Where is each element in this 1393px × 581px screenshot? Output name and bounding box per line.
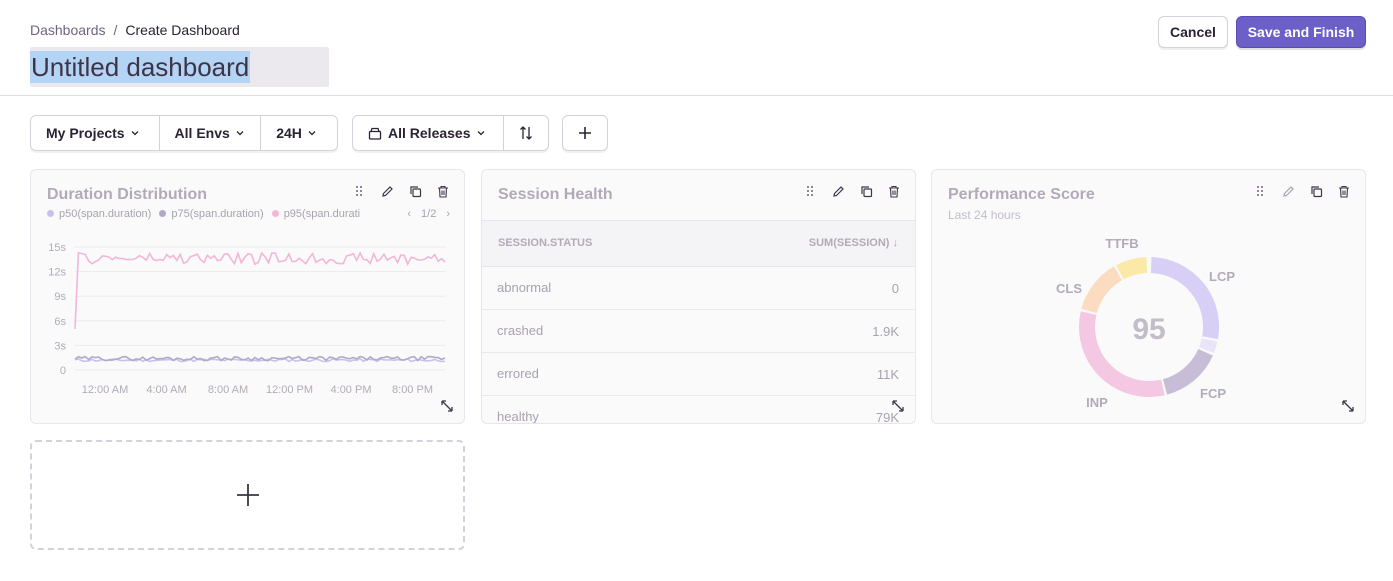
widget-toolbar (352, 184, 450, 198)
legend-pagination: ‹ 1/2 › (407, 208, 450, 220)
expand-icon[interactable] (891, 399, 905, 413)
delete-icon[interactable] (887, 184, 901, 198)
y-tick-label: 6s (54, 316, 66, 328)
table-row: errored 11K (482, 353, 915, 396)
save-and-finish-button[interactable]: Save and Finish (1236, 16, 1366, 48)
duration-line-chart: 15s 12s 9s 6s 3s 0 12:00 AM 4:00 AM 8:00 AM 12:00… (48, 242, 446, 396)
x-tick-label: 4:00 AM (146, 384, 186, 396)
add-filter-button[interactable] (562, 115, 608, 151)
label-fcp: FCP (1200, 386, 1226, 401)
environment-filter[interactable]: All Envs (160, 116, 262, 150)
column-header-session-status[interactable]: SESSION.STATUS (498, 237, 592, 249)
duplicate-icon[interactable] (859, 184, 873, 198)
sort-releases-button[interactable] (504, 116, 548, 150)
cell-sum: 11K (876, 367, 899, 382)
x-tick-label: 8:00 PM (392, 384, 433, 396)
y-tick-label: 9s (54, 291, 66, 303)
segment-cls[interactable] (1081, 266, 1123, 314)
cancel-button[interactable]: Cancel (1158, 16, 1228, 48)
sort-arrows-icon (520, 126, 532, 140)
y-tick-label: 0 (60, 365, 66, 377)
column-header-sum-session[interactable]: SUM(SESSION) ↓ (809, 237, 898, 249)
breadcrumb-current: Create Dashboard (125, 22, 240, 38)
legend-item-p50[interactable]: p50(span.duration) (47, 208, 151, 220)
y-tick-label: 15s (48, 242, 66, 254)
table-row: healthy 79K (482, 396, 915, 424)
delete-icon[interactable] (436, 184, 450, 198)
widget-title: Duration Distribution (47, 186, 207, 203)
chevron-down-icon (131, 131, 139, 136)
y-tick-label: 12s (48, 267, 66, 279)
cell-status: abnormal (497, 280, 552, 295)
segment-fcp[interactable] (1162, 348, 1213, 395)
dashboard-title-text: Untitled dashboard (30, 51, 251, 83)
label-ttfb: TTFB (1105, 236, 1138, 251)
page-header: Dashboards / Create Dashboard Untitled d… (0, 0, 1393, 96)
table-row: crashed 1.9K (482, 310, 915, 353)
x-tick-label: 12:00 AM (82, 384, 128, 396)
breadcrumb-separator: / (113, 22, 118, 38)
duplicate-icon[interactable] (408, 184, 422, 198)
label-cls: CLS (1056, 281, 1082, 296)
widget-session-health: Session Health SESSION.STATUS SUM(SESSIO… (481, 169, 916, 424)
legend-page-indicator: 1/2 (421, 208, 437, 220)
project-filter[interactable]: My Projects (31, 116, 160, 150)
performance-score-ring: 95 LCP FCP INP CLS TTFB (1056, 236, 1235, 410)
chart-legend: p50(span.duration) p75(span.duration) p9… (47, 208, 360, 220)
segment-ttfb[interactable] (1116, 257, 1148, 280)
release-filter-group: All Releases (352, 115, 549, 151)
cell-sum: 1.9K (872, 324, 899, 339)
segment-lcp-remainder (1199, 338, 1218, 354)
date-range-filter-label: 24H (276, 125, 302, 141)
drag-handle-icon[interactable] (803, 184, 817, 198)
expand-icon[interactable] (1341, 399, 1355, 413)
environment-filter-label: All Envs (174, 125, 230, 141)
score-value: 95 (1132, 313, 1165, 346)
release-filter[interactable]: All Releases (353, 116, 504, 150)
page-filter-group: My Projects All Envs 24H (30, 115, 338, 151)
chevron-down-icon (308, 131, 316, 136)
date-range-filter[interactable]: 24H (261, 116, 337, 150)
cell-status: crashed (497, 323, 544, 338)
edit-icon[interactable] (380, 184, 394, 198)
cell-status: errored (497, 366, 539, 381)
x-tick-label: 4:00 PM (331, 384, 372, 396)
plus-icon (236, 484, 259, 506)
legend-item-p75[interactable]: p75(span.duration) (159, 208, 264, 220)
widget-duration-distribution: Duration Distribution p50(span.duration)… (30, 169, 465, 424)
series-line-p95[interactable] (74, 250, 446, 330)
expand-icon[interactable] (440, 399, 454, 413)
x-tick-label: 8:00 AM (208, 384, 248, 396)
chevron-down-icon (236, 131, 244, 136)
dashboard-title-input[interactable]: Untitled dashboard (30, 47, 329, 87)
table-row: abnormal 0 (482, 267, 915, 310)
cell-sum: 0 (891, 281, 899, 296)
project-filter-label: My Projects (46, 125, 125, 141)
label-inp: INP (1086, 395, 1108, 410)
widget-toolbar (803, 184, 901, 198)
widget-title: Session Health (498, 186, 613, 203)
legend-prev-icon[interactable]: ‹ (407, 208, 411, 220)
drag-handle-icon[interactable] (352, 184, 366, 198)
release-filter-label: All Releases (388, 125, 471, 141)
cell-status: healthy (497, 409, 539, 424)
legend-next-icon[interactable]: › (446, 208, 450, 220)
x-tick-label: 12:00 PM (266, 384, 313, 396)
add-widget-button[interactable] (30, 440, 465, 550)
package-icon (368, 127, 382, 140)
edit-icon[interactable] (831, 184, 845, 198)
table-header: SESSION.STATUS SUM(SESSION) ↓ (482, 220, 915, 267)
y-tick-label: 3s (54, 340, 66, 352)
breadcrumb-dashboards-link[interactable]: Dashboards (30, 22, 106, 38)
plus-icon (579, 127, 591, 139)
breadcrumb: Dashboards / Create Dashboard (30, 22, 240, 38)
legend-item-p95[interactable]: p95(span.durati (271, 208, 360, 220)
label-lcp: LCP (1209, 269, 1235, 284)
chevron-down-icon (477, 131, 484, 136)
widget-performance-score: Performance Score Last 24 hours 95 LCP F… (931, 169, 1366, 424)
